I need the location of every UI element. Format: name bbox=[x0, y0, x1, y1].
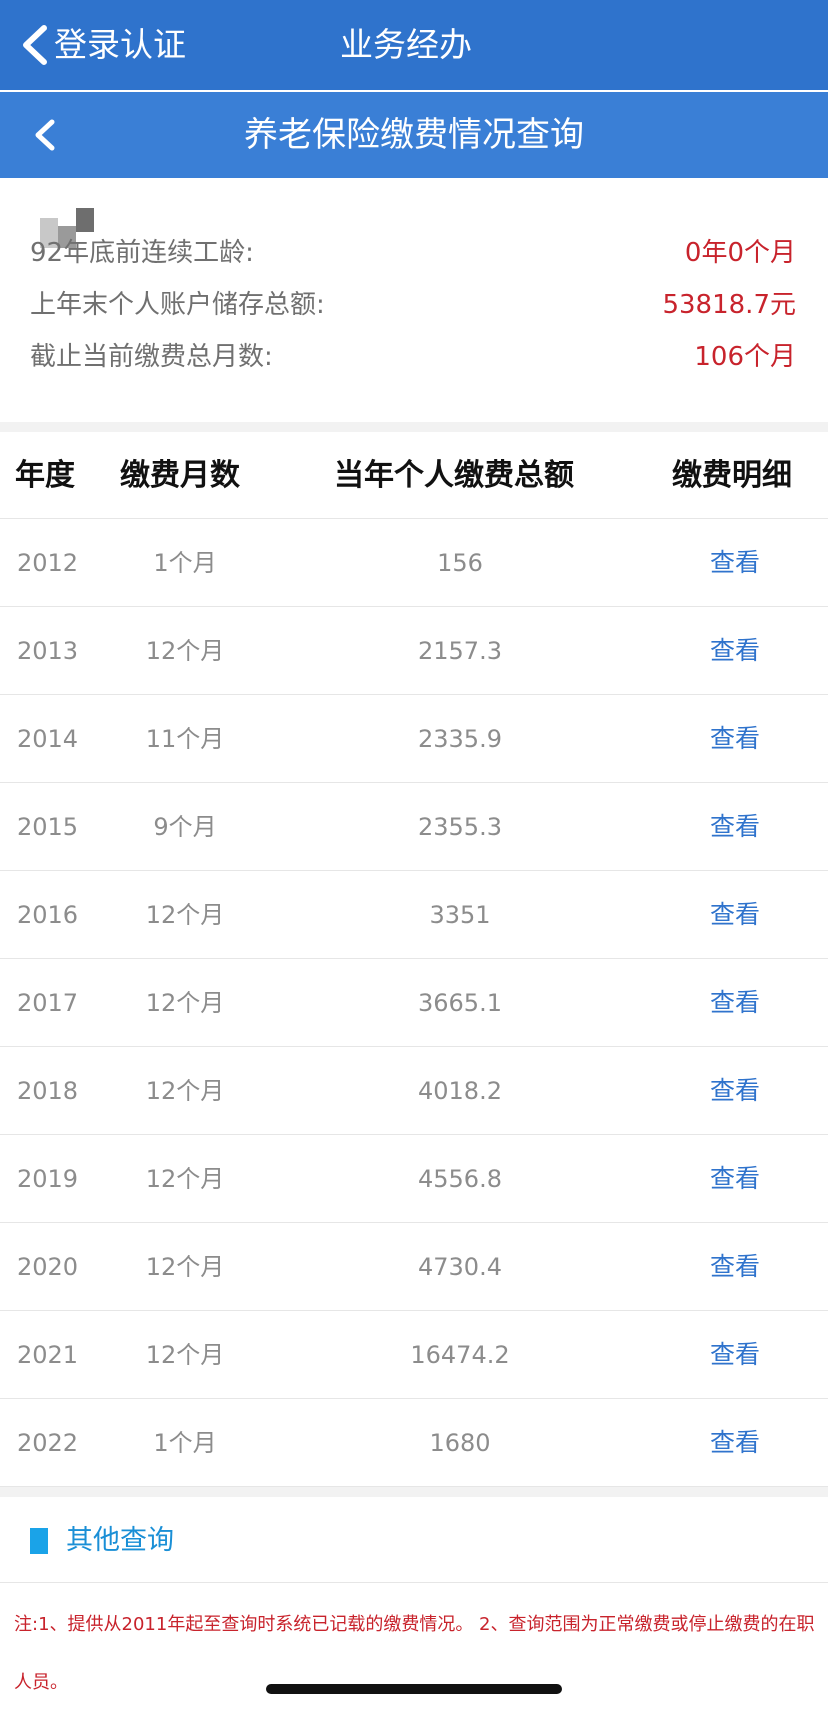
cell-amount: 3351 bbox=[429, 901, 491, 929]
cell-year: 2014 bbox=[17, 725, 79, 753]
summary-value: 106个月 bbox=[694, 342, 796, 372]
other-query-label[interactable]: 其他查询 bbox=[66, 1520, 174, 1562]
view-detail-link[interactable]: 查看 bbox=[710, 807, 760, 847]
cell-year: 2021 bbox=[17, 1341, 79, 1369]
cell-months: 12个月 bbox=[145, 1253, 225, 1281]
cell-amount: 3665.1 bbox=[418, 989, 502, 1017]
column-header-year: 年度 bbox=[15, 458, 75, 493]
table-row: 2020 12个月 4730.4 查看 bbox=[0, 1223, 828, 1311]
cell-year: 2012 bbox=[17, 549, 79, 577]
cell-year: 2020 bbox=[17, 1253, 79, 1281]
cell-year: 2017 bbox=[17, 989, 79, 1017]
column-header-months: 缴费月数 bbox=[120, 458, 240, 493]
view-detail-link[interactable]: 查看 bbox=[710, 983, 760, 1023]
cell-year: 2013 bbox=[17, 637, 79, 665]
summary-label: 92年底前连续工龄: bbox=[30, 238, 254, 268]
table-row: 2016 12个月 3351 查看 bbox=[0, 871, 828, 959]
cell-amount: 1680 bbox=[429, 1429, 491, 1457]
cell-months: 11个月 bbox=[145, 725, 225, 753]
cell-year: 2016 bbox=[17, 901, 79, 929]
table-row: 2013 12个月 2157.3 查看 bbox=[0, 607, 828, 695]
table-row: 2014 11个月 2335.9 查看 bbox=[0, 695, 828, 783]
cell-year: 2022 bbox=[17, 1429, 79, 1457]
view-detail-link[interactable]: 查看 bbox=[710, 543, 760, 583]
table-header: 年度 缴费月数 当年个人缴费总额 缴费明细 bbox=[0, 432, 828, 519]
other-query-entry[interactable]: 其他查询 bbox=[0, 1498, 828, 1583]
summary-value: 0年0个月 bbox=[684, 238, 796, 268]
chevron-left-icon[interactable] bbox=[14, 22, 54, 68]
cell-amount: 2335.9 bbox=[418, 725, 502, 753]
cell-months: 12个月 bbox=[145, 901, 225, 929]
cell-months: 12个月 bbox=[145, 1341, 225, 1369]
cell-year: 2015 bbox=[17, 813, 79, 841]
cell-amount: 4556.8 bbox=[418, 1165, 502, 1193]
section-divider bbox=[0, 422, 828, 432]
table-row: 2021 12个月 16474.2 查看 bbox=[0, 1311, 828, 1399]
summary-label: 上年末个人账户储存总额: bbox=[30, 290, 325, 320]
summary-value: 53818.7元 bbox=[662, 290, 796, 320]
cell-year: 2019 bbox=[17, 1165, 79, 1193]
summary-row: 92年底前连续工龄: 0年0个月 bbox=[0, 230, 828, 276]
cell-year: 2018 bbox=[17, 1077, 79, 1105]
summary-row: 截止当前缴费总月数: 106个月 bbox=[0, 334, 828, 380]
account-summary: 92年底前连续工龄: 0年0个月 上年末个人账户储存总额: 53818.7元 截… bbox=[0, 178, 828, 422]
view-detail-link[interactable]: 查看 bbox=[710, 1423, 760, 1463]
home-indicator[interactable] bbox=[266, 1684, 562, 1694]
table-row: 2022 1个月 1680 查看 bbox=[0, 1399, 828, 1487]
view-detail-link[interactable]: 查看 bbox=[710, 1159, 760, 1199]
cell-amount: 2355.3 bbox=[418, 813, 502, 841]
section-divider bbox=[0, 1487, 828, 1497]
view-detail-link[interactable]: 查看 bbox=[710, 719, 760, 759]
cell-amount: 16474.2 bbox=[410, 1341, 510, 1369]
table-row: 2019 12个月 4556.8 查看 bbox=[0, 1135, 828, 1223]
table-row: 2012 1个月 156 查看 bbox=[0, 519, 828, 607]
cell-amount: 4730.4 bbox=[418, 1253, 502, 1281]
view-detail-link[interactable]: 查看 bbox=[710, 1071, 760, 1111]
column-header-amount: 当年个人缴费总额 bbox=[334, 458, 574, 493]
cell-amount: 2157.3 bbox=[418, 637, 502, 665]
cell-amount: 156 bbox=[437, 549, 483, 577]
notice-text: 注:1、提供从2011年起至查询时系统已记载的缴费情况。 2、查询范围为正常缴费… bbox=[14, 1614, 815, 1693]
cell-months: 1个月 bbox=[153, 549, 217, 577]
table-row: 2018 12个月 4018.2 查看 bbox=[0, 1047, 828, 1135]
summary-row: 上年末个人账户储存总额: 53818.7元 bbox=[0, 282, 828, 328]
section-marker-icon bbox=[30, 1528, 48, 1554]
cell-months: 12个月 bbox=[145, 637, 225, 665]
view-detail-link[interactable]: 查看 bbox=[710, 1247, 760, 1287]
view-detail-link[interactable]: 查看 bbox=[710, 895, 760, 935]
cell-months: 12个月 bbox=[145, 1077, 225, 1105]
column-header-detail: 缴费明细 bbox=[672, 458, 792, 493]
back-button-label[interactable]: 登录认证 bbox=[54, 22, 186, 68]
view-detail-link[interactable]: 查看 bbox=[710, 1335, 760, 1375]
cell-months: 9个月 bbox=[153, 813, 217, 841]
page-title: 养老保险缴费情况查询 bbox=[244, 115, 584, 155]
view-detail-link[interactable]: 查看 bbox=[710, 631, 760, 671]
cell-months: 1个月 bbox=[153, 1429, 217, 1457]
cell-months: 12个月 bbox=[145, 989, 225, 1017]
cell-months: 12个月 bbox=[145, 1165, 225, 1193]
app-title: 业务经办 bbox=[340, 25, 472, 64]
table-row: 2017 12个月 3665.1 查看 bbox=[0, 959, 828, 1047]
cell-amount: 4018.2 bbox=[418, 1077, 502, 1105]
page-header: 养老保险缴费情况查询 bbox=[0, 92, 828, 178]
top-nav-bar: 登录认证 业务经办 bbox=[0, 0, 828, 90]
table-row: 2015 9个月 2355.3 查看 bbox=[0, 783, 828, 871]
payment-table: 2012 1个月 156 查看 2013 12个月 2157.3 查看 2014… bbox=[0, 519, 828, 1487]
summary-label: 截止当前缴费总月数: bbox=[30, 342, 273, 372]
